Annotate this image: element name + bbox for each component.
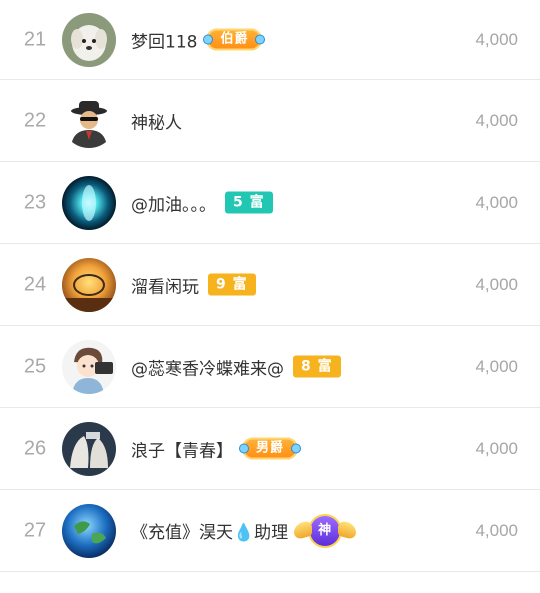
rank-number: 22 [23,109,47,131]
score-value: 4,000 [475,520,518,540]
avatar[interactable] [62,12,116,67]
user-name[interactable]: 神秘人 [131,108,182,133]
avatar[interactable] [62,421,116,476]
avatar[interactable] [62,339,116,394]
avatar[interactable] [62,175,116,230]
rank-number: 23 [23,191,47,213]
score-value: 4,000 [475,356,518,376]
hands-icon [62,421,116,476]
avatar[interactable] [62,257,116,312]
name-wrap: 《充值》淏天💧助理 神 [131,515,357,546]
user-name[interactable]: @蕊寒香冷蝶难来@ [131,354,284,379]
rank-number: 24 [23,273,47,295]
wing-left-icon [294,519,313,540]
rank-number: 26 [23,437,47,459]
rank-number: 21 [23,28,47,50]
list-item[interactable]: 26 浪子【青春】 男爵 4,000 [0,408,540,490]
wealth-badge: 9 富 [208,273,256,296]
name-wrap: 溜看闲玩 9 富 [131,272,256,297]
wealth-badge: 5 富 [225,191,273,214]
user-name[interactable]: 浪子【青春】 [131,436,233,461]
list-item[interactable]: 23 @加油。。。 5 富 4,000 [0,162,540,244]
name-wrap: 梦回118 伯爵 [131,27,266,52]
rank-number: 27 [23,519,47,541]
name-wrap: 神秘人 [131,108,182,133]
god-badge: 神 [294,515,357,546]
earth-icon [62,503,116,558]
name-wrap: @加油。。。 5 富 [131,190,273,215]
score-value: 4,000 [475,438,518,458]
name-wrap: @蕊寒香冷蝶难来@ 8 富 [131,354,341,379]
list-item[interactable]: 21 梦回118 伯爵 4,000 [0,0,540,80]
user-name[interactable]: 《充值》淏天💧助理 [131,518,288,543]
rank-badge: 伯爵 [203,28,266,51]
list-item[interactable]: 25 @蕊寒香冷蝶难来@ 8 富 4,000 [0,326,540,408]
wealth-badge: 8 富 [293,355,341,378]
user-name[interactable]: @加油。。。 [131,190,216,215]
score-value: 4,000 [475,274,518,294]
user-name[interactable]: 梦回118 [131,27,197,52]
cartoon-boy-icon [62,339,116,394]
god-badge-label: 神 [318,522,333,538]
wing-right-icon [338,519,357,540]
dog-avatar-icon [62,12,116,67]
avatar[interactable] [62,503,116,558]
rank-number: 25 [23,355,47,377]
score-value: 4,000 [475,192,518,212]
score-value: 4,000 [475,110,518,130]
list-item[interactable]: 27 《充值》淏天💧助理 神 4,000 [0,490,540,572]
ranking-list: 21 梦回118 伯爵 4,000 22 神秘人 4,000 23 @加油。。。… [0,0,540,572]
score-value: 4,000 [475,29,518,49]
mystery-man-icon [62,93,116,148]
name-wrap: 浪子【青春】 男爵 [131,436,302,461]
rank-badge: 男爵 [238,437,302,460]
sunset-icon [62,257,116,312]
list-item[interactable]: 24 溜看闲玩 9 富 4,000 [0,244,540,326]
blue-glow-icon [62,175,116,230]
user-name[interactable]: 溜看闲玩 [131,272,199,297]
list-item[interactable]: 22 神秘人 4,000 [0,80,540,162]
avatar[interactable] [62,93,116,148]
